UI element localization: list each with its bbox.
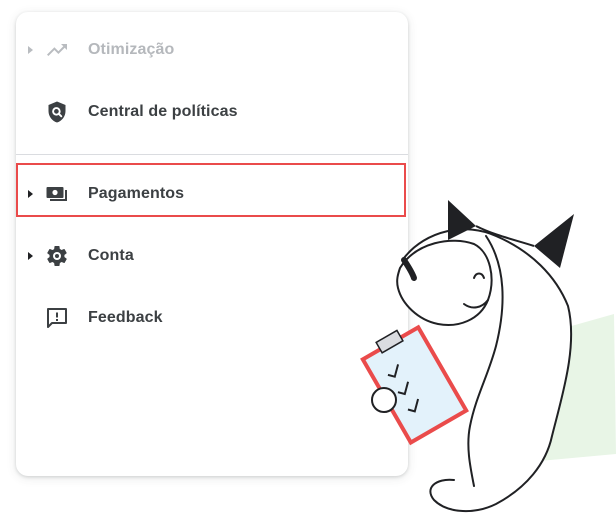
- trending-up-icon: [44, 37, 70, 63]
- nav-item-feedback[interactable]: Feedback: [16, 292, 408, 344]
- menu-divider: [16, 154, 408, 155]
- policy-shield-icon: [44, 99, 70, 125]
- nav-item-label: Pagamentos: [88, 185, 185, 202]
- nav-item-pagamentos[interactable]: Pagamentos: [16, 168, 408, 220]
- expand-caret-icon[interactable]: [28, 252, 33, 260]
- nav-item-conta[interactable]: Conta: [16, 230, 408, 282]
- expand-caret-icon[interactable]: [28, 46, 33, 54]
- gear-icon: [44, 243, 70, 269]
- nav-item-label: Conta: [88, 247, 134, 264]
- feedback-icon: [44, 305, 70, 331]
- expand-caret-icon[interactable]: [28, 190, 33, 198]
- nav-menu-panel: Otimização Central de políticas Pagament…: [16, 12, 408, 476]
- nav-item-central-de-politicas[interactable]: Central de políticas: [16, 86, 408, 138]
- nav-item-label: Feedback: [88, 309, 163, 326]
- payments-icon: [44, 181, 70, 207]
- fox-mascot-clipboard-illustration: [360, 200, 616, 513]
- nav-item-label: Otimização: [88, 41, 175, 58]
- nav-item-label: Central de políticas: [88, 103, 238, 120]
- nav-item-otimizacao[interactable]: Otimização: [16, 24, 408, 76]
